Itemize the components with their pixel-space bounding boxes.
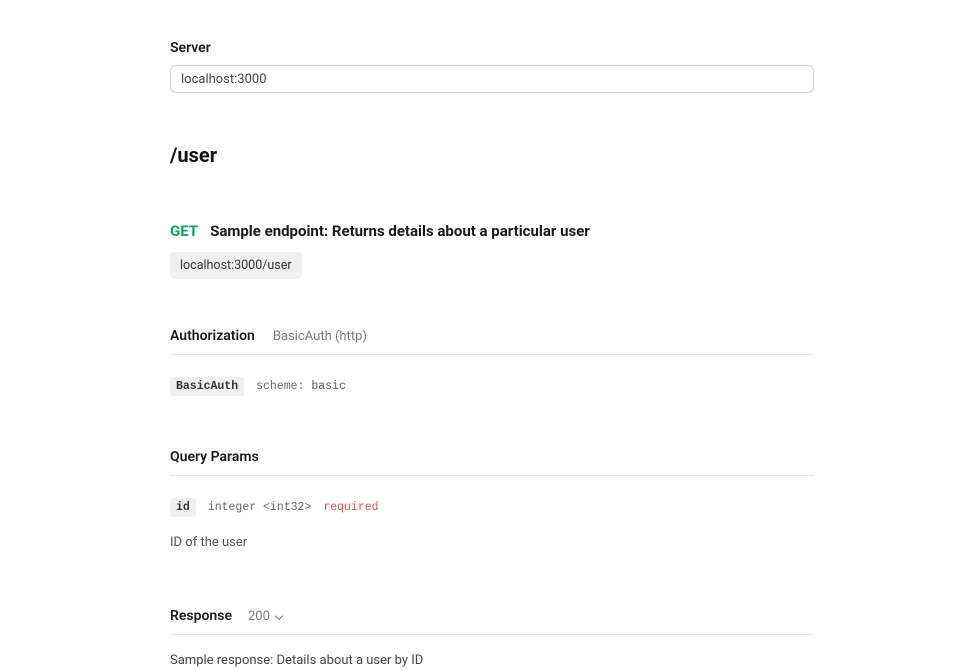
auth-scheme-key: scheme:: [256, 380, 304, 393]
auth-scheme-value: basic: [311, 380, 346, 393]
query-params-section: Query Params id integer <int32> required…: [170, 449, 814, 550]
query-params-title: Query Params: [170, 449, 814, 476]
param-type: integer <int32>: [208, 501, 312, 514]
response-description: Sample response: Details about a user by…: [170, 653, 814, 668]
param-required: required: [323, 501, 378, 514]
response-code-value: 200: [248, 609, 270, 624]
param-description: ID of the user: [170, 535, 814, 550]
response-header: Response 200: [170, 608, 814, 635]
authorization-section-header: Authorization BasicAuth (http): [170, 328, 814, 355]
chevron-down-icon: [274, 613, 284, 619]
authorization-scheme-row: BasicAuth scheme: basic: [170, 377, 814, 396]
api-doc-container: Server /user GET Sample endpoint: Return…: [170, 40, 814, 668]
response-title: Response: [170, 608, 232, 624]
server-section: Server: [170, 40, 814, 93]
param-name: id: [170, 498, 196, 517]
authorization-title: Authorization: [170, 328, 255, 344]
param-row: id integer <int32> required: [170, 498, 814, 517]
response-code-selector[interactable]: 200: [248, 609, 284, 624]
server-input[interactable]: [170, 65, 814, 93]
endpoint-url: localhost:3000/user: [170, 252, 302, 279]
auth-scheme-name: BasicAuth: [170, 377, 244, 396]
endpoint-header: GET Sample endpoint: Returns details abo…: [170, 222, 814, 240]
path-heading: /user: [170, 143, 814, 167]
authorization-subtitle: BasicAuth (http): [273, 329, 367, 344]
auth-scheme-kv: scheme: basic: [256, 380, 346, 393]
server-label: Server: [170, 40, 814, 56]
endpoint-title: Sample endpoint: Returns details about a…: [210, 222, 590, 240]
response-section: Response 200 Sample response: Details ab…: [170, 608, 814, 668]
http-method-badge: GET: [170, 222, 198, 240]
